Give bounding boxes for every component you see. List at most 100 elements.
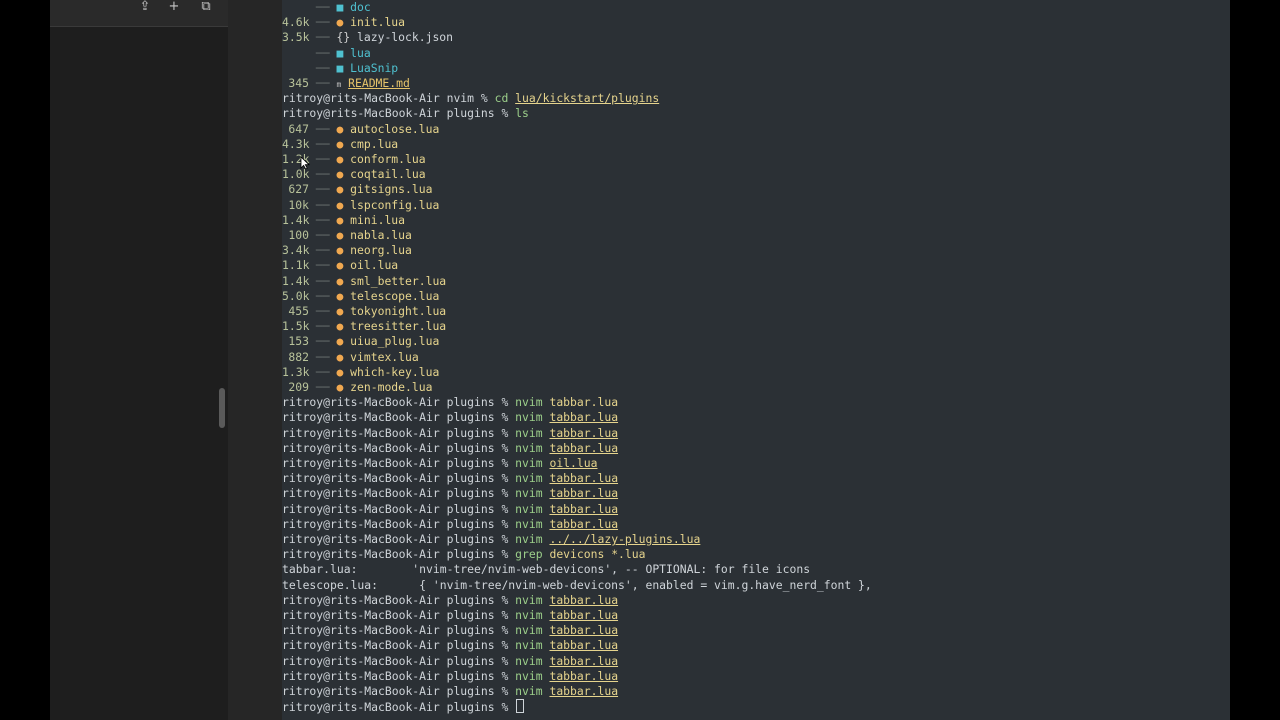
file-name[interactable]: vimtex.lua — [350, 350, 419, 364]
file-name[interactable]: sml_better.lua — [350, 274, 446, 288]
file-size: 3.4k — [282, 243, 310, 258]
file-size: 5.0k — [282, 288, 310, 303]
prompt-line: ritroy@rits-MacBook-Air plugins % nvim t… — [282, 608, 618, 623]
command-argument[interactable]: tabbar.lua — [549, 638, 618, 652]
tree-branch: ── — [309, 0, 337, 14]
list-item: 627 ── ● gitsigns.lua — [282, 182, 432, 197]
file-name[interactable]: README.md — [348, 76, 410, 90]
command-argument[interactable]: devicons *.lua — [549, 547, 645, 561]
tree-branch: ── — [309, 243, 337, 258]
sidebar-scrollbar[interactable] — [219, 388, 225, 428]
folder-icon: ■ — [336, 45, 344, 60]
command-argument[interactable]: tabbar.lua — [549, 471, 618, 485]
file-name[interactable]: treesitter.lua — [350, 319, 446, 333]
command: nvim — [515, 440, 543, 455]
file-name[interactable]: mini.lua — [350, 213, 405, 227]
file-name[interactable]: oil.lua — [350, 258, 398, 272]
file-name[interactable]: gitsigns.lua — [350, 182, 432, 196]
prompt-line: ritroy@rits-MacBook-Air plugins % nvim t… — [282, 441, 618, 456]
markdown-file-icon: m — [336, 80, 342, 89]
shell-prompt: ritroy@rits-MacBook-Air plugins % — [282, 516, 516, 531]
list-item: ── ■ LuaSnip — [282, 61, 398, 76]
command-argument[interactable]: ../../lazy-plugins.lua — [549, 532, 700, 546]
file-name[interactable]: which-key.lua — [350, 365, 439, 379]
file-name[interactable]: autoclose.lua — [350, 122, 439, 136]
list-item: 3.4k ── ● neorg.lua — [282, 243, 412, 258]
command-argument[interactable]: tabbar.lua — [549, 395, 618, 409]
command-argument[interactable]: tabbar.lua — [549, 410, 618, 424]
prompt-line: ritroy@rits-MacBook-Air plugins % nvim t… — [282, 517, 618, 532]
lua-file-icon: ● — [336, 228, 344, 242]
command-argument[interactable]: tabbar.lua — [549, 684, 618, 698]
command-argument[interactable]: oil.lua — [549, 456, 597, 470]
file-name[interactable]: zen-mode.lua — [350, 380, 432, 394]
file-size: 4.6k — [282, 15, 310, 30]
list-item: 3.5k ── {} lazy-lock.json — [282, 30, 453, 45]
command-argument[interactable]: tabbar.lua — [549, 654, 618, 668]
file-size: 1.4k — [282, 273, 310, 288]
prompt-line: ritroy@rits-MacBook-Air plugins % nvim t… — [282, 426, 618, 441]
prompt-line: ritroy@rits-MacBook-Air plugins % nvim t… — [282, 623, 618, 638]
tree-branch: ── — [309, 121, 337, 136]
share-icon[interactable]: ⇪ — [135, 0, 155, 16]
file-name[interactable]: lua — [350, 46, 371, 60]
command-argument[interactable]: tabbar.lua — [549, 502, 618, 516]
file-name[interactable]: init.lua — [350, 15, 405, 29]
file-name[interactable]: doc — [350, 0, 371, 14]
lua-file-icon: ● — [336, 258, 344, 273]
plus-icon[interactable]: + — [164, 0, 184, 16]
file-name[interactable]: LuaSnip — [350, 61, 398, 75]
shell-prompt: ritroy@rits-MacBook-Air plugins % — [282, 486, 516, 501]
file-size: 627 — [288, 182, 309, 197]
file-name[interactable]: telescope.lua — [350, 289, 439, 303]
prompt-line: ritroy@rits-MacBook-Air plugins % nvim o… — [282, 456, 597, 471]
prompt-line: ritroy@rits-MacBook-Air plugins % grep d… — [282, 547, 645, 562]
file-size: 4.3k — [282, 136, 310, 151]
command-argument[interactable]: lua/kickstart/plugins — [515, 91, 659, 105]
file-size: 647 — [288, 121, 309, 136]
list-item: 882 ── ● vimtex.lua — [282, 350, 419, 365]
lua-file-icon: ● — [336, 304, 344, 318]
tree-branch: ── — [309, 258, 337, 273]
command-argument[interactable]: tabbar.lua — [549, 608, 618, 622]
file-name[interactable]: tokyonight.lua — [350, 304, 446, 318]
file-name[interactable]: lspconfig.lua — [350, 198, 439, 212]
tabs-overview-icon[interactable]: ⧉ — [196, 0, 216, 16]
prompt-line: ritroy@rits-MacBook-Air plugins % nvim t… — [282, 486, 618, 501]
list-item: 100 ── ● nabla.lua — [282, 228, 412, 243]
command-argument[interactable]: tabbar.lua — [549, 486, 618, 500]
file-name[interactable]: lazy-lock.json — [357, 30, 453, 44]
terminal-cursor[interactable] — [516, 699, 525, 714]
shell-prompt: ritroy@rits-MacBook-Air plugins % — [282, 608, 516, 622]
command-argument[interactable]: tabbar.lua — [549, 426, 618, 440]
list-item: ── ■ lua — [282, 46, 371, 61]
file-name[interactable]: nabla.lua — [350, 228, 412, 242]
file-name[interactable]: conform.lua — [350, 152, 425, 166]
file-size: 153 — [288, 334, 309, 349]
sidebar-toolbar: ⇪ + ⧉ — [50, 0, 228, 27]
file-size: 1.4k — [282, 212, 310, 227]
command-argument[interactable]: tabbar.lua — [549, 623, 618, 637]
prompt-line: ritroy@rits-MacBook-Air nvim % cd lua/ki… — [282, 91, 659, 106]
folder-icon: ■ — [336, 60, 344, 75]
file-size: 209 — [288, 380, 309, 394]
tree-branch: ── — [309, 288, 337, 303]
command-argument[interactable]: tabbar.lua — [549, 441, 618, 455]
command: ls — [515, 106, 529, 121]
command: nvim — [515, 623, 543, 638]
list-item: 5.0k ── ● telescope.lua — [282, 289, 439, 304]
list-item: 345 ── m README.md — [282, 76, 410, 91]
file-name[interactable]: neorg.lua — [350, 243, 412, 257]
shell-prompt: ritroy@rits-MacBook-Air nvim % — [282, 91, 495, 106]
command: cd — [494, 91, 509, 106]
command-argument[interactable]: tabbar.lua — [549, 517, 618, 531]
shell-prompt: ritroy@rits-MacBook-Air plugins % — [282, 653, 516, 668]
file-size: 1.3k — [282, 364, 310, 379]
command-argument[interactable]: tabbar.lua — [549, 593, 618, 607]
file-size: 3.5k — [282, 30, 310, 45]
terminal-window[interactable]: ── ■ doc 4.6k ── ● init.lua 3.5k ── {} laz… — [282, 0, 1230, 720]
file-name[interactable]: coqtail.lua — [350, 167, 425, 181]
file-name[interactable]: cmp.lua — [350, 137, 398, 151]
command-argument[interactable]: tabbar.lua — [549, 669, 618, 683]
file-name[interactable]: uiua_plug.lua — [350, 334, 439, 348]
